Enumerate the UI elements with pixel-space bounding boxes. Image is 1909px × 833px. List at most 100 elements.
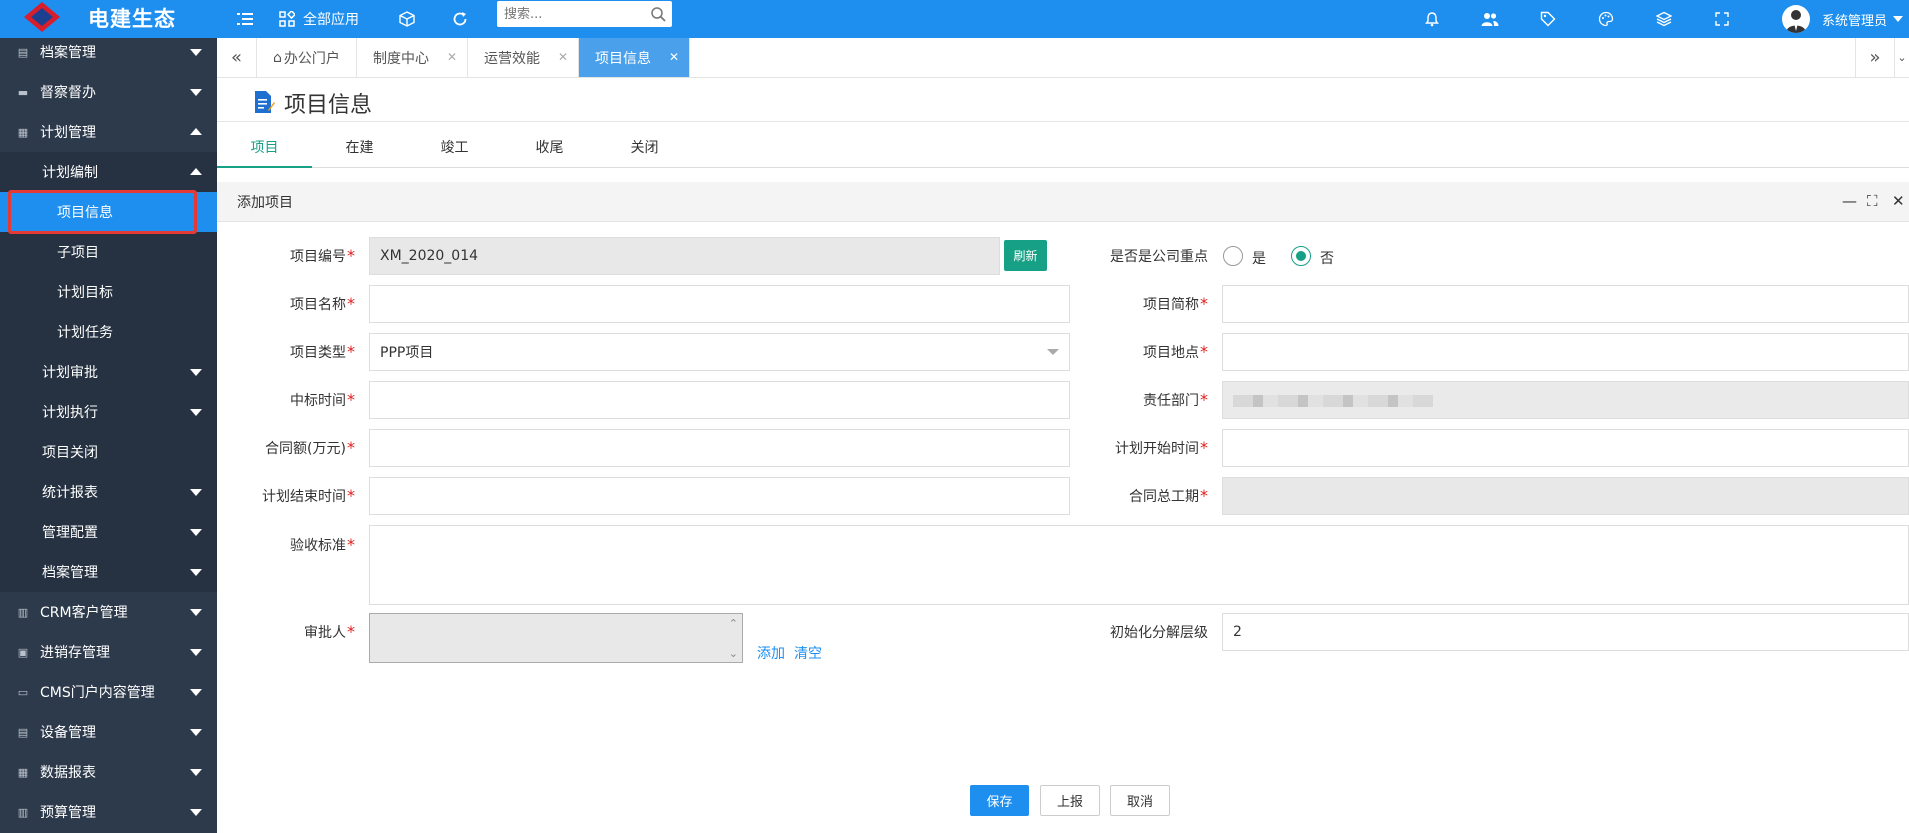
- acceptance-textarea[interactable]: [369, 525, 1909, 605]
- project-name-input[interactable]: [369, 285, 1070, 323]
- user-menu[interactable]: 系统管理员: [1781, 0, 1909, 38]
- key-project-label: 是否是公司重点: [1110, 249, 1208, 265]
- monitor-icon: ▬: [17, 85, 29, 99]
- project-type-value: PPP项目: [380, 345, 434, 361]
- clear-approver-link[interactable]: 清空: [794, 643, 822, 663]
- bid-time-label: 中标时间*: [290, 390, 355, 409]
- search-box: [497, 1, 672, 27]
- contract-period-label: 合同总工期*: [1129, 486, 1208, 505]
- tab-policy-center[interactable]: 制度中心 ✕: [357, 38, 468, 77]
- tag-icon[interactable]: [1533, 0, 1563, 38]
- tabs-scroll-right-icon[interactable]: »: [1855, 38, 1895, 77]
- caret-down-icon: [190, 569, 202, 576]
- sidebar-item-archive-sub[interactable]: 档案管理: [0, 552, 217, 592]
- tab-label: 制度中心: [373, 50, 429, 67]
- sidebar-item-cms[interactable]: ▭ CMS门户内容管理: [0, 672, 217, 712]
- sidebar-item-archive-top[interactable]: ▤ 档案管理: [0, 32, 217, 72]
- sidebar-item-device[interactable]: ▤ 设备管理: [0, 712, 217, 752]
- document-edit-icon: [255, 91, 275, 113]
- cancel-button[interactable]: 取消: [1110, 785, 1170, 816]
- subtab-in-construction[interactable]: 在建: [312, 128, 407, 168]
- brand-name: 电建生态: [88, 7, 176, 31]
- project-location-input[interactable]: [1222, 333, 1909, 371]
- tab-office-portal[interactable]: ⌂ 办公门户: [257, 38, 357, 77]
- sidebar-item-inventory[interactable]: ▣ 进销存管理: [0, 632, 217, 672]
- sidebar-item-data-report[interactable]: ▦ 数据报表: [0, 752, 217, 792]
- dept-input[interactable]: [1222, 381, 1909, 419]
- minimize-icon[interactable]: —: [1842, 192, 1857, 210]
- bid-time-input[interactable]: [369, 381, 1070, 419]
- plan-start-input[interactable]: [1222, 429, 1909, 467]
- scroll-down-icon[interactable]: ⌄: [729, 647, 738, 660]
- tab-bar: « ⌂ 办公门户 制度中心 ✕ 运营效能 ✕ 项目信息 ✕ » ⌄: [217, 38, 1909, 78]
- subtab-finishing[interactable]: 收尾: [502, 128, 597, 168]
- tab-project-info[interactable]: 项目信息 ✕: [579, 38, 690, 77]
- project-no-field[interactable]: XM_2020_014: [369, 237, 1000, 275]
- sidebar-item-crm[interactable]: ▥ CRM客户管理: [0, 592, 217, 632]
- palette-icon[interactable]: [1591, 0, 1621, 38]
- init-level-select[interactable]: 2: [1222, 613, 1909, 651]
- sidebar-item-label: 计划执行: [42, 405, 98, 421]
- sidebar-item-project-info[interactable]: 项目信息: [0, 192, 217, 232]
- sidebar-item-statistics[interactable]: 统计报表: [0, 472, 217, 512]
- sidebar-item-label: 项目关闭: [42, 445, 98, 461]
- all-apps-button[interactable]: 全部应用: [279, 0, 389, 38]
- close-icon[interactable]: ✕: [669, 50, 679, 64]
- file-icon: ▤: [17, 45, 29, 59]
- sidebar-item-plan-task[interactable]: 计划任务: [0, 312, 217, 352]
- key-project-yes-radio[interactable]: [1223, 246, 1243, 266]
- subtab-completed[interactable]: 竣工: [407, 128, 502, 168]
- key-project-no-radio[interactable]: [1291, 246, 1311, 266]
- close-icon[interactable]: ✕: [447, 50, 457, 64]
- users-icon[interactable]: [1475, 0, 1505, 38]
- sidebar-item-subproject[interactable]: 子项目: [0, 232, 217, 272]
- tabs-menu-icon[interactable]: ⌄: [1895, 38, 1909, 77]
- bell-icon[interactable]: [1417, 0, 1447, 38]
- subtab-closed[interactable]: 关闭: [597, 128, 692, 168]
- tab-operation-efficiency[interactable]: 运营效能 ✕: [468, 38, 579, 77]
- approver-textarea[interactable]: ⌃ ⌄: [369, 613, 743, 663]
- sidebar-item-plan-approval[interactable]: 计划审批: [0, 352, 217, 392]
- caret-down-icon: [190, 49, 202, 56]
- sidebar-item-plan-management[interactable]: ▦ 计划管理: [0, 112, 217, 152]
- menu-toggle-icon[interactable]: [233, 0, 257, 38]
- maximize-icon[interactable]: ⛶: [1867, 192, 1878, 210]
- project-type-select[interactable]: PPP项目: [369, 333, 1070, 371]
- close-icon[interactable]: ✕: [558, 50, 568, 64]
- sidebar-item-plan-compile[interactable]: 计划编制: [0, 152, 217, 192]
- close-icon[interactable]: ✕: [1892, 192, 1905, 210]
- fullscreen-icon[interactable]: [1707, 0, 1737, 38]
- layers-icon[interactable]: [1649, 0, 1679, 38]
- sidebar-item-label: 档案管理: [40, 45, 96, 61]
- contract-period-input[interactable]: [1222, 477, 1909, 515]
- search-icon[interactable]: [650, 6, 666, 22]
- project-no-label: 项目编号*: [290, 246, 355, 265]
- subtab-project[interactable]: 项目: [217, 128, 312, 168]
- acceptance-label: 验收标准*: [290, 535, 355, 554]
- cube-icon[interactable]: [392, 0, 422, 38]
- tabs-scroll-left-icon[interactable]: «: [217, 38, 257, 77]
- project-short-input[interactable]: [1222, 285, 1909, 323]
- sidebar-item-project-close[interactable]: 项目关闭: [0, 432, 217, 472]
- init-level-label: 初始化分解层级: [1110, 625, 1208, 641]
- scroll-up-icon[interactable]: ⌃: [729, 617, 738, 630]
- sidebar-item-plan-execution[interactable]: 计划执行: [0, 392, 217, 432]
- refresh-button[interactable]: 刷新: [1004, 240, 1047, 271]
- plan-end-input[interactable]: [369, 477, 1070, 515]
- sidebar-item-plan-target[interactable]: 计划目标: [0, 272, 217, 312]
- add-approver-link[interactable]: 添加: [757, 643, 785, 663]
- contract-amount-input[interactable]: [369, 429, 1070, 467]
- sidebar-item-config[interactable]: 管理配置: [0, 512, 217, 552]
- caret-down-icon: [190, 729, 202, 736]
- search-input[interactable]: [497, 1, 642, 27]
- sidebar-item-supervision[interactable]: ▬ 督察督办: [0, 72, 217, 112]
- save-button[interactable]: 保存: [970, 785, 1029, 816]
- refresh-icon[interactable]: [445, 0, 475, 38]
- sidebar-item-label: CMS门户内容管理: [40, 685, 155, 701]
- report-button[interactable]: 上报: [1040, 785, 1100, 816]
- sidebar-item-budget[interactable]: ▥ 预算管理: [0, 792, 217, 832]
- page-title: 项目信息: [284, 93, 373, 118]
- project-short-label: 项目简称*: [1143, 294, 1208, 313]
- project-name-label: 项目名称*: [290, 294, 355, 313]
- yes-label: 是: [1252, 251, 1266, 267]
